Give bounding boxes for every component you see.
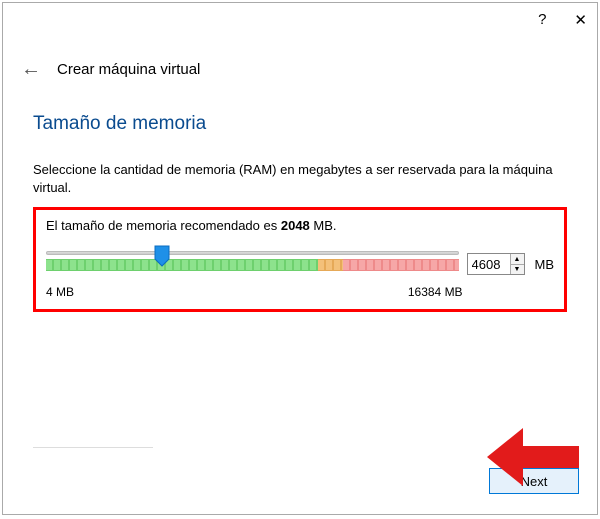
help-icon[interactable]: ? bbox=[538, 11, 546, 29]
reco-value: 2048 bbox=[281, 218, 310, 233]
spin-buttons: ▲ ▼ bbox=[510, 254, 524, 274]
close-icon[interactable]: ✕ bbox=[574, 11, 587, 29]
slider-thumb[interactable] bbox=[154, 245, 170, 267]
content-area: Tamaño de memoria Seleccione la cantidad… bbox=[33, 113, 567, 312]
slider-row: ▲ ▼ MB bbox=[46, 247, 554, 281]
wizard-title: Crear máquina virtual bbox=[57, 61, 200, 78]
section-description: Seleccione la cantidad de memoria (RAM) … bbox=[33, 161, 567, 197]
reco-text-pre: El tamaño de memoria recomendado es bbox=[46, 218, 281, 233]
recommended-line: El tamaño de memoria recomendado es 2048… bbox=[46, 218, 554, 233]
slider-min-label: 4 MB bbox=[46, 285, 74, 299]
button-row: Next bbox=[33, 468, 579, 494]
slider-color-bar bbox=[46, 259, 459, 271]
slider-zone-orange bbox=[318, 259, 343, 271]
slider-zone-red bbox=[343, 259, 459, 271]
memory-spinbox[interactable]: ▲ ▼ bbox=[467, 253, 525, 275]
footer-separator bbox=[33, 447, 153, 448]
reco-text-post: MB. bbox=[310, 218, 337, 233]
wizard-header: ← Crear máquina virtual bbox=[21, 59, 200, 79]
slider-range-labels: 4 MB 16384 MB bbox=[46, 285, 554, 299]
dialog-window: ? ✕ ← Crear máquina virtual Tamaño de me… bbox=[2, 2, 598, 515]
slider-max-label: 16384 MB bbox=[408, 285, 463, 299]
memory-input[interactable] bbox=[468, 254, 510, 274]
memory-slider[interactable] bbox=[46, 247, 459, 281]
next-button[interactable]: Next bbox=[489, 468, 579, 494]
slider-track bbox=[46, 251, 459, 255]
memory-highlight-box: El tamaño de memoria recomendado es 2048… bbox=[33, 207, 567, 312]
back-arrow-icon[interactable]: ← bbox=[21, 59, 41, 79]
spin-up-icon[interactable]: ▲ bbox=[511, 254, 524, 265]
slider-zone-green bbox=[46, 259, 318, 271]
titlebar-controls: ? ✕ bbox=[538, 11, 587, 29]
spin-down-icon[interactable]: ▼ bbox=[511, 265, 524, 275]
memory-unit: MB bbox=[535, 257, 555, 272]
footer: Next bbox=[33, 447, 579, 494]
section-title: Tamaño de memoria bbox=[33, 113, 567, 135]
